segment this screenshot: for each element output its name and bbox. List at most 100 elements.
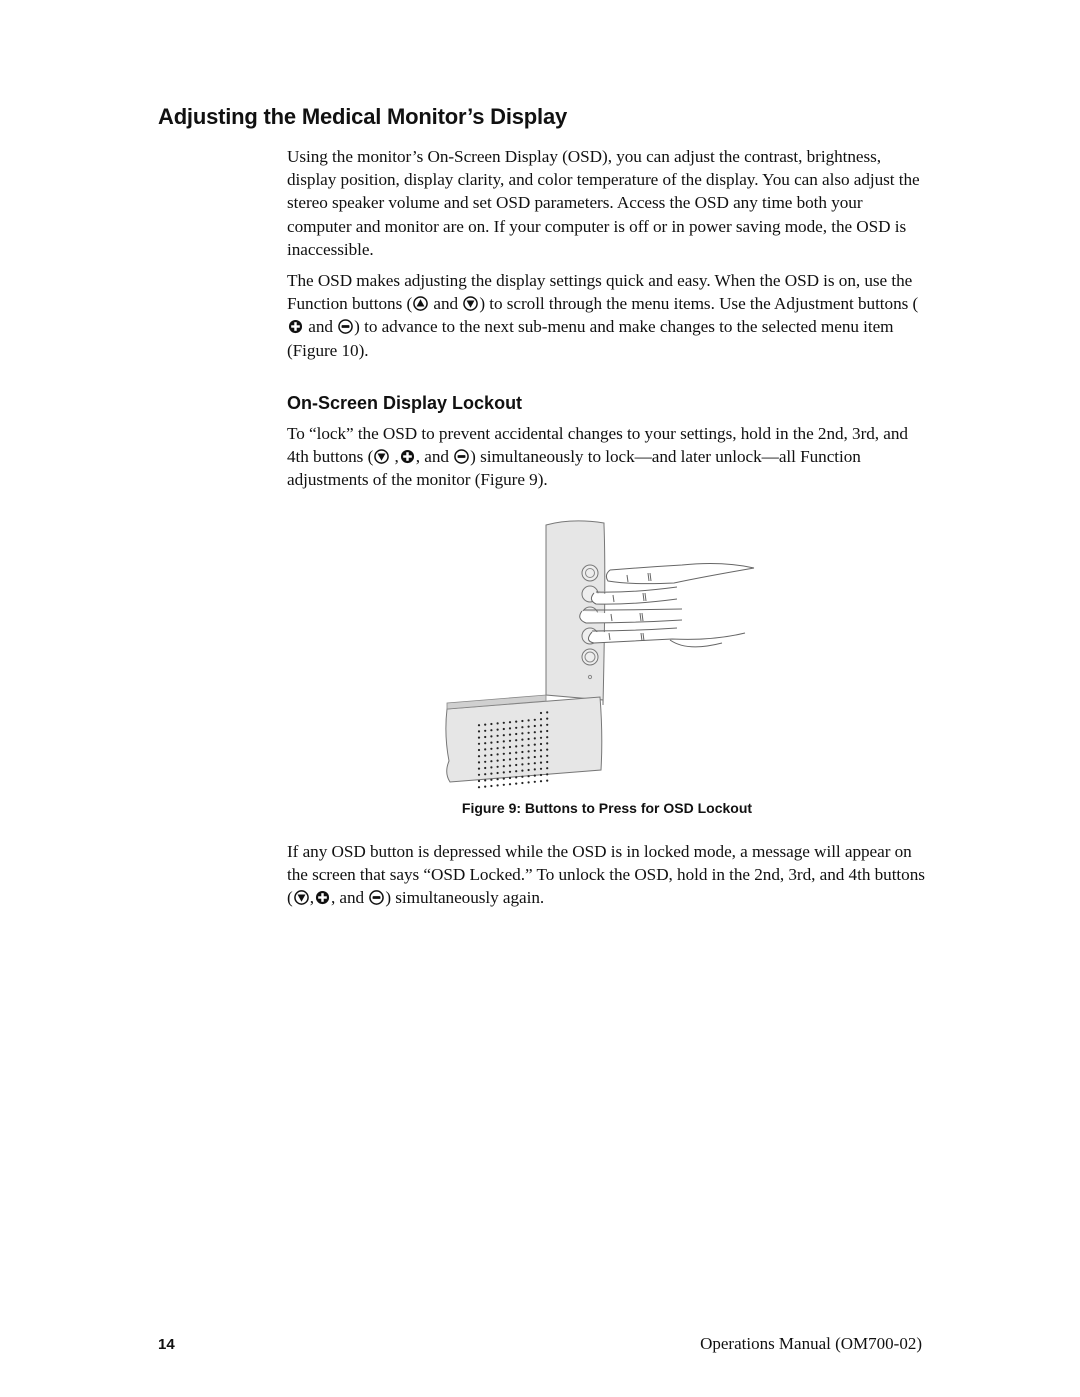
text: , (309, 888, 314, 908)
speaker-hole (546, 729, 549, 733)
speaker-hole (546, 767, 549, 770)
text: , and (415, 447, 454, 467)
speaker-hole (521, 750, 524, 754)
unlock-paragraph: If any OSD button is depressed while the… (287, 840, 927, 910)
speaker-hole (496, 771, 499, 775)
speaker-hole (484, 748, 487, 751)
speaker-hole (508, 776, 512, 780)
speaker-hole (508, 770, 512, 773)
speaker-hole (527, 719, 530, 722)
speaker-hole (515, 751, 518, 754)
speaker-hole (533, 749, 536, 752)
page-number: 14 (158, 1336, 175, 1353)
speaker-hole (527, 768, 530, 772)
down-arrow-button-icon (374, 449, 389, 464)
speaker-hole (521, 738, 524, 741)
speaker-hole (546, 717, 549, 720)
figure-caption: Figure 9: Buttons to Press for OSD Locko… (461, 800, 753, 816)
speaker-hole (521, 781, 524, 785)
speaker-hole (533, 774, 536, 777)
speaker-hole (502, 752, 505, 755)
speaker-hole (546, 760, 549, 764)
speaker-hole (515, 782, 518, 785)
speaker-hole (484, 760, 487, 763)
speaker-hole (496, 753, 499, 756)
speaker-hole (539, 761, 543, 764)
text: , (390, 447, 399, 467)
up-button (581, 564, 599, 582)
text: ) simultaneously again. (385, 888, 545, 908)
osd-usage-paragraph: The OSD makes adjusting the display sett… (287, 269, 927, 362)
speaker-hole (477, 786, 481, 789)
minus-button-icon (454, 449, 469, 464)
section-subheading: On-Screen Display Lockout (287, 393, 523, 413)
up-arrow-button-icon (413, 296, 428, 311)
speaker-hole (533, 737, 536, 740)
speaker-hole (496, 784, 499, 787)
speaker-hole (508, 752, 512, 755)
speaker-hole (521, 744, 524, 747)
speaker-hole (527, 725, 530, 728)
speaker-hole (484, 742, 487, 745)
speaker-hole (515, 757, 518, 760)
speaker-hole (533, 768, 536, 771)
speaker-hole (490, 741, 493, 744)
speaker-hole (527, 737, 530, 741)
speaker-hole (477, 736, 481, 739)
speaker-hole (539, 749, 543, 752)
speaker-hole (508, 733, 512, 736)
plus-button-icon (400, 449, 415, 464)
speaker-hole (515, 739, 518, 742)
speaker-hole (546, 773, 549, 776)
plus-button-icon (315, 890, 330, 905)
speaker-hole (546, 779, 549, 782)
speaker-hole (477, 779, 481, 783)
speaker-hole (484, 773, 487, 776)
speaker-hole (515, 776, 518, 779)
minus-button-icon (369, 890, 384, 905)
speaker-hole (527, 781, 530, 784)
speaker-hole (539, 736, 543, 739)
speaker-hole (502, 740, 505, 743)
speaker-hole (546, 711, 549, 714)
speaker-hole (521, 757, 524, 760)
speaker-hole (527, 775, 530, 778)
monitor-base-speaker (445, 696, 603, 783)
speaker-hole (539, 773, 543, 777)
speaker-hole (515, 726, 518, 729)
speaker-hole (502, 771, 505, 774)
plus-button-icon (288, 319, 303, 334)
speaker-hole (502, 758, 505, 762)
hand-illustration (579, 563, 755, 648)
speaker-hole (496, 728, 499, 731)
speaker-hole (484, 754, 487, 757)
speaker-hole (508, 727, 512, 730)
speaker-hole (484, 735, 487, 739)
speaker-hole (477, 724, 481, 727)
speaker-hole (490, 747, 493, 750)
speaker-hole (521, 775, 524, 778)
speaker-hole (546, 748, 549, 751)
text: and (429, 294, 463, 314)
speaker-hole (539, 718, 543, 721)
speaker-hole (490, 772, 493, 775)
speaker-hole (496, 759, 499, 762)
speaker-hole (527, 756, 530, 759)
speaker-hole (490, 778, 493, 781)
speaker-hole (477, 730, 481, 733)
speaker-hole (539, 711, 543, 715)
speaker-hole (521, 719, 524, 723)
down-arrow-button-icon (463, 296, 478, 311)
speaker-hole (496, 722, 499, 725)
speaker-hole (508, 721, 512, 724)
speaker-hole (539, 780, 543, 783)
speaker-hole (502, 746, 505, 749)
speaker-hole (496, 747, 499, 750)
speaker-hole (508, 758, 512, 761)
speaker-hole (539, 730, 543, 733)
speaker-hole (502, 734, 505, 737)
text: and (304, 317, 338, 337)
speaker-hole (546, 736, 549, 739)
speaker-hole (490, 760, 493, 763)
speaker-hole (546, 754, 549, 757)
